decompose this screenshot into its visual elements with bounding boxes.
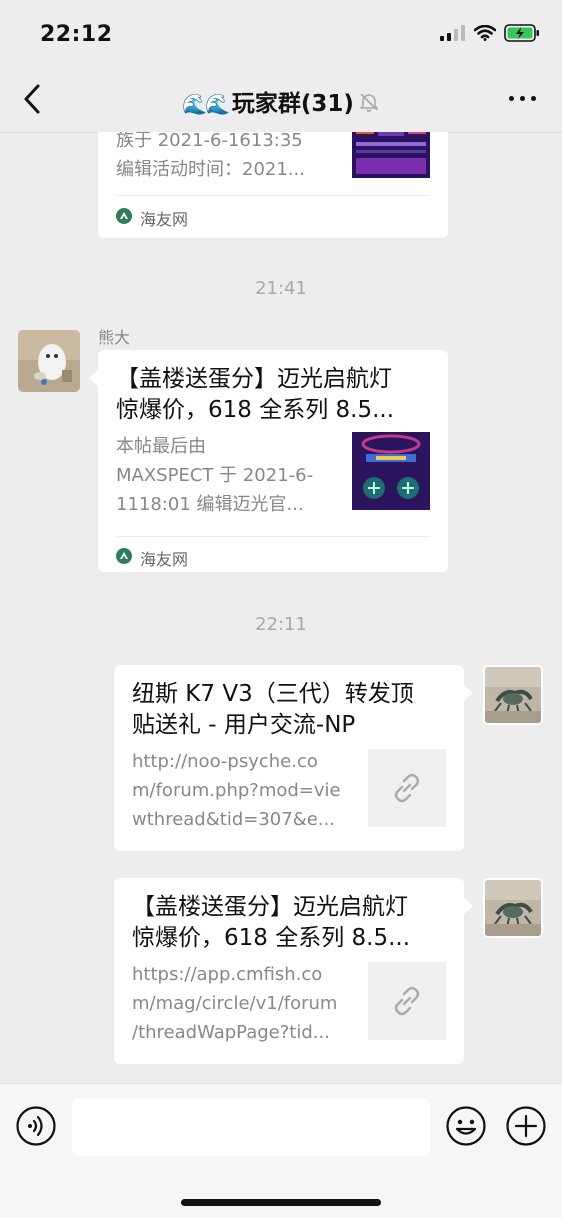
card-source: 海友网 [116, 546, 188, 570]
voice-button[interactable] [16, 1106, 56, 1146]
chat-title[interactable]: 🌊🌊 玩家群(31) [0, 84, 562, 119]
card-thumbnail [352, 132, 430, 178]
sender-name: 熊大 [98, 328, 131, 347]
site-logo-icon [116, 208, 132, 228]
voice-icon [16, 1106, 56, 1146]
avatar[interactable] [18, 330, 80, 392]
card-desc-line: 族于 2021-6-1613:35 [116, 132, 303, 151]
card-title-line: 惊爆价，618 全系列 8.5... [116, 397, 395, 423]
card-source-name: 海友网 [140, 550, 189, 569]
chat-message-list[interactable]: 族于 2021-6-1613:35 编辑活动时间：2021... 海友网 21:… [0, 132, 562, 1082]
card-thumbnail [352, 432, 430, 510]
more-actions-button[interactable] [506, 1106, 546, 1146]
card-desc-line: /threadWapPage?tid... [132, 1022, 330, 1043]
link-icon [394, 773, 420, 803]
card-desc-line: https://app.cmfish.co [132, 964, 323, 985]
site-logo-icon [116, 548, 132, 568]
my-avatar[interactable] [483, 665, 543, 725]
link-card[interactable]: 族于 2021-6-1613:35 编辑活动时间：2021... 海友网 [98, 132, 448, 238]
time-separator: 21:41 [255, 278, 307, 299]
status-bar: 22:12 [0, 0, 562, 66]
message-input[interactable] [72, 1098, 430, 1156]
time-separator: 22:11 [255, 614, 307, 635]
more-dot [531, 96, 536, 101]
battery-charging-icon [504, 24, 540, 46]
bubble-tail [464, 898, 473, 914]
card-title-line: 贴送礼 - 用户交流-NP [132, 712, 356, 738]
card-desc-line: wthread&tid=307&e... [132, 809, 335, 830]
card-desc-line: 本帖最后由 [116, 436, 206, 457]
group-name: 玩家群(31) [231, 91, 354, 117]
card-desc-line: m/forum.php?mod=vie [132, 780, 341, 801]
card-desc-line: MAXSPECT 于 2021-6- [116, 465, 314, 486]
more-dot [520, 96, 525, 101]
card-title-line: 惊爆价，618 全系列 8.5... [132, 925, 411, 951]
status-icons [440, 24, 540, 46]
wave-emoji: 🌊🌊 [182, 92, 230, 116]
card-title-line: 【盖楼送蛋分】迈光启航灯 [116, 366, 392, 392]
emoji-icon [446, 1106, 486, 1146]
card-divider [116, 195, 430, 196]
link-icon [394, 986, 420, 1016]
card-source: 海友网 [116, 206, 188, 230]
link-card[interactable]: 【盖楼送蛋分】迈光启航灯 惊爆价，618 全系列 8.5... https://… [114, 878, 464, 1064]
input-bar [0, 1083, 562, 1218]
bubble-tail [89, 370, 98, 386]
my-avatar[interactable] [483, 878, 543, 938]
card-title-line: 纽斯 K7 V3（三代）转发顶 [132, 681, 414, 707]
link-card[interactable]: 【盖楼送蛋分】迈光启航灯 惊爆价，618 全系列 8.5... 本帖最后由 MA… [98, 350, 448, 572]
card-desc-line: m/mag/circle/v1/forum [132, 993, 338, 1014]
signal-icon [440, 25, 466, 45]
card-desc-line: 1118:01 编辑迈光官... [116, 494, 304, 515]
link-thumbnail [368, 749, 446, 827]
plus-circle-icon [506, 1106, 546, 1146]
card-source-name: 海友网 [140, 210, 189, 229]
status-time: 22:12 [40, 22, 113, 47]
more-dots-icon [509, 96, 514, 101]
card-desc-line: 编辑活动时间：2021... [116, 159, 305, 180]
bell-slash-icon [358, 91, 380, 119]
card-title-line: 【盖楼送蛋分】迈光启航灯 [132, 894, 408, 920]
chat-screen: 22:12 🌊🌊 玩家群(31) 族于 2021-6-1613:35 编辑活动时… [0, 0, 562, 1218]
wifi-icon [473, 24, 497, 45]
nav-bar: 🌊🌊 玩家群(31) [0, 66, 562, 133]
more-button[interactable] [509, 96, 536, 101]
card-desc-line: http://noo-psyche.co [132, 751, 318, 772]
emoji-button[interactable] [446, 1106, 486, 1146]
link-card[interactable]: 纽斯 K7 V3（三代）转发顶 贴送礼 - 用户交流-NP http://noo… [114, 665, 464, 851]
home-indicator[interactable] [181, 1199, 381, 1206]
bubble-tail [464, 685, 473, 701]
card-divider [116, 536, 430, 537]
link-thumbnail [368, 962, 446, 1040]
